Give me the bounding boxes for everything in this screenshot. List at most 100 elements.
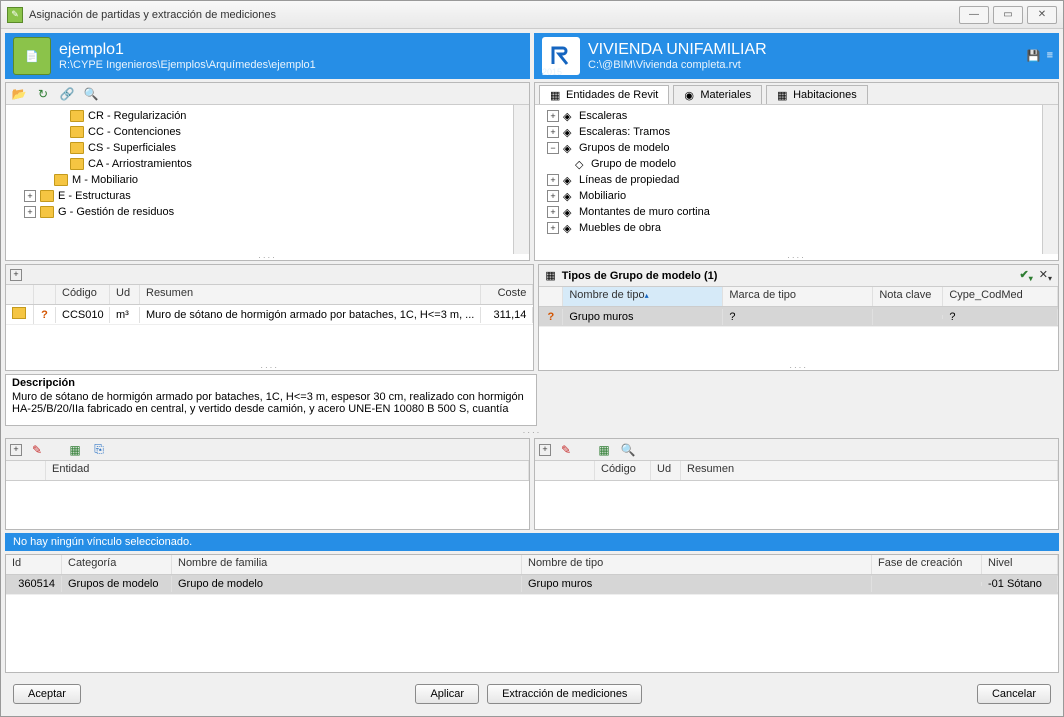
splitter[interactable]: ···· [6,254,529,260]
edit-icon[interactable]: ✎ [28,441,46,459]
col-cype[interactable]: Cype_CodMed [943,287,1058,306]
apply-button[interactable]: Aplicar [415,684,479,704]
col-codigo[interactable]: Código [56,285,110,304]
accept-button[interactable]: Aceptar [13,684,81,704]
tree-item[interactable]: +◈Líneas de propiedad [541,172,1036,188]
expand-icon[interactable]: + [547,110,559,122]
expand-icon[interactable]: + [547,190,559,202]
right-grid-body[interactable]: ? Grupo muros ? ? [539,307,1058,364]
link-icon[interactable]: 🔗 [58,85,76,103]
add-icon[interactable]: + [10,444,22,456]
col-ud[interactable]: Ud [110,285,140,304]
col-nota[interactable]: Nota clave [873,287,943,306]
splitter[interactable]: ···· [5,429,1059,435]
expand-icon[interactable]: + [24,206,36,218]
expand-icon[interactable]: + [547,126,559,138]
tree-item[interactable]: CC - Contenciones [12,124,507,140]
expand-icon[interactable]: + [547,222,559,234]
description-text: Muro de sótano de hormigón armado por ba… [12,391,530,415]
edit-icon[interactable]: ✎ [557,441,575,459]
tree-item[interactable]: CS - Superficiales [12,140,507,156]
splitter[interactable]: ···· [539,364,1058,370]
tab-entities[interactable]: ▦Entidades de Revit [539,85,669,104]
col-entidad[interactable]: Entidad [46,461,529,480]
refresh-icon[interactable]: ↻ [34,85,52,103]
cell-coste: 311,14 [481,307,533,323]
project-header-left: 📄 ejemplo1 R:\CYPE Ingenieros\Ejemplos\A… [5,33,530,79]
maximize-button[interactable]: ▭ [993,6,1023,24]
assign-icon[interactable]: ▦ [66,441,84,459]
tree-item[interactable]: −◈Grupos de modelo [541,140,1036,156]
col-fase[interactable]: Fase de creación [872,555,982,574]
expand-all-icon[interactable]: + [10,269,22,281]
close-button[interactable]: ✕ [1027,6,1057,24]
accept-icon[interactable]: ✔▾ [1020,268,1033,283]
tree-item[interactable]: +◈Montantes de muro cortina [541,204,1036,220]
col-categoria[interactable]: Categoría [62,555,172,574]
revit-path: C:\@BIM\Vivienda completa.rvt [588,59,767,71]
minimize-button[interactable]: — [959,6,989,24]
expand-icon[interactable]: + [547,174,559,186]
save-icon[interactable]: 💾 [1027,50,1041,63]
assign-icon[interactable]: ▦ [595,441,613,459]
grid-row[interactable]: ? CCS010 m³ Muro de sótano de hormigón a… [6,305,533,325]
reject-icon[interactable]: ✕▾ [1039,268,1052,283]
col-familia[interactable]: Nombre de familia [172,555,522,574]
grids-row: + Código Ud Resumen Coste ? CCS010 m³ [5,264,1059,371]
folder-open-icon[interactable]: 📂 [10,85,28,103]
codigo-grid-body[interactable] [535,481,1058,528]
status-bar: No hay ningún vínculo seleccionado. [5,533,1059,551]
tree-label: Líneas de propiedad [579,174,679,186]
bottom-grid-body[interactable]: 360514 Grupos de modelo Grupo de modelo … [6,575,1058,672]
scrollbar[interactable] [513,105,529,254]
description-panel: Descripción Muro de sótano de hormigón a… [5,374,537,426]
tree-item[interactable]: +◈Muebles de obra [541,220,1036,236]
left-grid-body[interactable]: ? CCS010 m³ Muro de sótano de hormigón a… [6,305,533,364]
tree-item[interactable]: +◈Mobiliario [541,188,1036,204]
col-codigo2[interactable]: Código [595,461,651,480]
menu-icon[interactable]: ≡ [1047,50,1053,63]
window-titlebar[interactable]: ✎ Asignación de partidas y extracción de… [1,1,1063,29]
col-resumen2[interactable]: Resumen [681,461,1058,480]
right-tree[interactable]: +◈Escaleras +◈Escaleras: Tramos −◈Grupos… [535,105,1042,254]
left-tree[interactable]: CR - Regularización CC - Contenciones CS… [6,105,513,254]
extract-button[interactable]: Extracción de mediciones [487,684,642,704]
grid-row[interactable]: 360514 Grupos de modelo Grupo de modelo … [6,575,1058,595]
tree-item[interactable]: CR - Regularización [12,108,507,124]
filter-icon[interactable]: 🔍 [82,85,100,103]
col-id[interactable]: Id [6,555,62,574]
entidad-grid-body[interactable] [6,481,529,528]
cell-nivel: -01 Sótano [982,576,1058,592]
tree-item[interactable]: +◈Escaleras [541,108,1036,124]
col-nivel[interactable]: Nivel [982,555,1058,574]
tab-rooms[interactable]: ▦Habitaciones [766,85,868,104]
tab-materials[interactable]: ◉Materiales [673,85,762,104]
cancel-button[interactable]: Cancelar [977,684,1051,704]
tree-item[interactable]: +G - Gestión de residuos [12,204,507,220]
add-icon[interactable]: + [539,444,551,456]
col-resumen[interactable]: Resumen [140,285,481,304]
tree-item[interactable]: ◇Grupo de modelo [541,156,1036,172]
expand-icon[interactable]: + [547,206,559,218]
desc-row: Descripción Muro de sótano de hormigón a… [5,374,1059,426]
col-marca[interactable]: Marca de tipo [723,287,873,306]
splitter[interactable]: ···· [6,364,533,370]
tree-item[interactable]: CA - Arriostramientos [12,156,507,172]
search-icon[interactable]: 🔍 [619,441,637,459]
col-ud2[interactable]: Ud [651,461,681,480]
collapse-icon[interactable]: − [547,142,559,154]
copy-icon[interactable]: ⎘ [90,441,108,459]
materials-icon: ◉ [684,89,696,101]
tree-label: CS - Superficiales [88,142,176,154]
col-coste[interactable]: Coste [481,285,533,304]
expand-icon[interactable]: + [24,190,36,202]
tree-item[interactable]: +E - Estructuras [12,188,507,204]
tree-item[interactable]: M - Mobiliario [12,172,507,188]
col-nombre[interactable]: Nombre de tipo▴ [563,287,723,306]
col-tipo[interactable]: Nombre de tipo [522,555,872,574]
project-title: ejemplo1 [59,41,316,59]
grid-row[interactable]: ? Grupo muros ? ? [539,307,1058,327]
scrollbar[interactable] [1042,105,1058,254]
tree-item[interactable]: +◈Escaleras: Tramos [541,124,1036,140]
splitter[interactable]: ···· [535,254,1058,260]
